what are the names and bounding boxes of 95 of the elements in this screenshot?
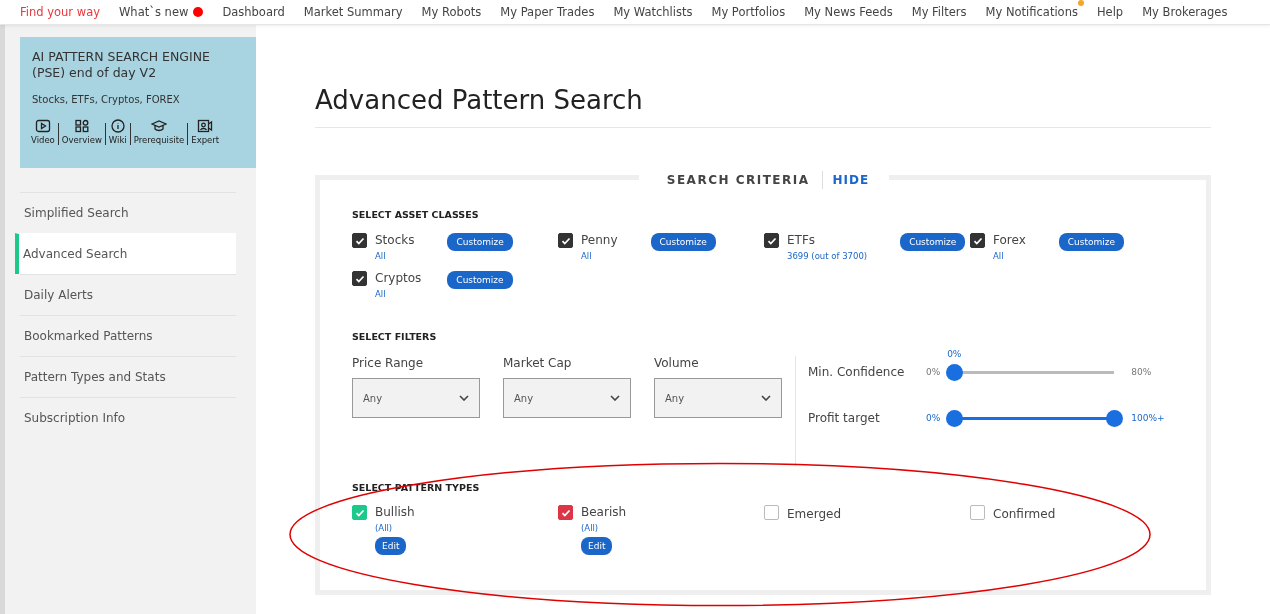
sidebar-item[interactable]: Bookmarked Patterns [20, 315, 236, 356]
slider-thumb[interactable] [946, 409, 964, 427]
count-link[interactable]: (All) [375, 523, 415, 533]
slider-max: 80% [1131, 367, 1152, 377]
nav-link[interactable]: My Robots [421, 5, 482, 19]
nav-link[interactable]: My Notifications [985, 5, 1078, 19]
dropdown[interactable]: Any [352, 378, 480, 418]
nav-link[interactable]: My Portfolios [711, 5, 786, 19]
sidebar-item[interactable]: Subscription Info [20, 397, 236, 438]
checkbox[interactable] [970, 233, 985, 248]
checkmark-icon [972, 235, 983, 246]
checkbox[interactable] [352, 233, 367, 248]
checkbox[interactable] [764, 233, 779, 248]
checkbox[interactable] [558, 505, 573, 520]
checkbox-label: Confirmed [993, 507, 1056, 522]
graduation-cap-icon [151, 119, 167, 133]
checkmark-icon [354, 507, 365, 518]
sidebar-item[interactable]: Pattern Types and Stats [20, 356, 236, 397]
nav-link[interactable]: My Watchlists [613, 5, 693, 19]
checkbox[interactable] [970, 505, 985, 520]
customize-button[interactable]: Customize [900, 233, 966, 251]
nav-link[interactable]: My Filters [911, 5, 967, 19]
section-heading: SELECT FILTERS [352, 331, 438, 342]
count-link[interactable]: (All) [581, 523, 627, 533]
section-heading: SELECT ASSET CLASSES [352, 209, 480, 220]
count-link[interactable]: All [993, 251, 1026, 261]
slider-thumb[interactable] [1106, 409, 1124, 427]
checkmark-icon [560, 507, 571, 518]
slider-label: Min. Confidence [808, 365, 906, 379]
customize-button[interactable]: Customize [447, 233, 513, 251]
checkbox-label: Bullish [375, 505, 415, 520]
filter-label: Price Range [352, 356, 425, 371]
product-link[interactable]: Prerequisite [130, 119, 188, 145]
filter-label: Market Cap [503, 356, 573, 371]
nav-link[interactable]: My News Feeds [804, 5, 893, 19]
checkmark-icon [354, 235, 365, 246]
checkmark-icon [766, 235, 777, 246]
nav-link[interactable]: Market Summary [303, 5, 403, 19]
chevron-down-icon [459, 395, 469, 401]
checkbox-label: Bearish [581, 505, 627, 520]
product-subtitle: Stocks, ETFs, Cryptos, FOREX [32, 94, 181, 105]
checkbox-label: ETFs [787, 233, 817, 248]
nav-link[interactable]: Help [1096, 5, 1124, 19]
dropdown[interactable]: Any [654, 378, 782, 418]
checkbox-label: Emerged [787, 507, 841, 522]
grid-icon [73, 119, 90, 133]
checkbox-label: Cryptos [375, 271, 422, 286]
sidebar-item[interactable]: Daily Alerts [20, 274, 236, 315]
count-link[interactable]: 3699 (out of 3700) [787, 251, 868, 261]
filter-label: Volume [654, 356, 700, 371]
chevron-down-icon [610, 395, 620, 401]
checkbox-label: Stocks [375, 233, 415, 248]
nav-link[interactable]: My Paper Trades [500, 5, 595, 19]
checkbox[interactable] [764, 505, 779, 520]
dropdown[interactable]: Any [503, 378, 631, 418]
product-link[interactable]: Video [28, 119, 58, 145]
customize-button[interactable]: Customize [447, 271, 513, 289]
checkbox-label: Forex [993, 233, 1026, 248]
checkbox[interactable] [352, 271, 367, 286]
video-camera-icon [197, 119, 214, 133]
product-link[interactable]: Overview [58, 119, 105, 145]
product-link[interactable]: Expert [188, 119, 223, 145]
edit-button[interactable]: Edit [581, 537, 613, 555]
nav-link[interactable]: What`s new [119, 5, 189, 19]
checkmark-icon [560, 235, 571, 246]
info-icon [109, 119, 126, 133]
panel-title: SEARCH CRITERIA [665, 173, 811, 187]
checkmark-icon [354, 273, 365, 284]
sidebar-item[interactable]: Advanced Search [15, 233, 236, 274]
nav-link[interactable]: My Brokerages [1142, 5, 1228, 19]
checkbox[interactable] [558, 233, 573, 248]
slider-max: 100%+ [1131, 413, 1165, 423]
nav-link[interactable]: Find your way [20, 5, 100, 19]
section-heading: SELECT PATTERN TYPES [352, 482, 481, 493]
count-link[interactable]: All [375, 289, 422, 299]
slider-thumb[interactable] [946, 363, 964, 381]
play-icon [34, 119, 51, 133]
product-title: AI PATTERN SEARCH ENGINE (PSE) end of day V2 [32, 49, 211, 81]
edit-button[interactable]: Edit [375, 537, 407, 555]
slider-reading: 0% [947, 348, 962, 359]
chevron-down-icon [761, 395, 771, 401]
slider-label: Profit target [808, 411, 881, 425]
customize-button[interactable]: Customize [650, 233, 716, 251]
count-link[interactable]: All [581, 251, 618, 261]
hide-link[interactable]: HIDE [822, 173, 890, 187]
page-title: Advanced Pattern Search [315, 25, 1211, 128]
product-link[interactable]: Wiki [105, 119, 130, 145]
count-link[interactable]: All [375, 251, 415, 261]
checkbox-label: Penny [581, 233, 618, 248]
customize-button[interactable]: Customize [1058, 233, 1124, 251]
slider[interactable] [946, 409, 1124, 427]
slider-min: 0% [926, 413, 941, 423]
nav-link[interactable]: Dashboard [222, 5, 285, 19]
slider-min: 0% [926, 367, 941, 377]
checkbox[interactable] [352, 505, 367, 520]
